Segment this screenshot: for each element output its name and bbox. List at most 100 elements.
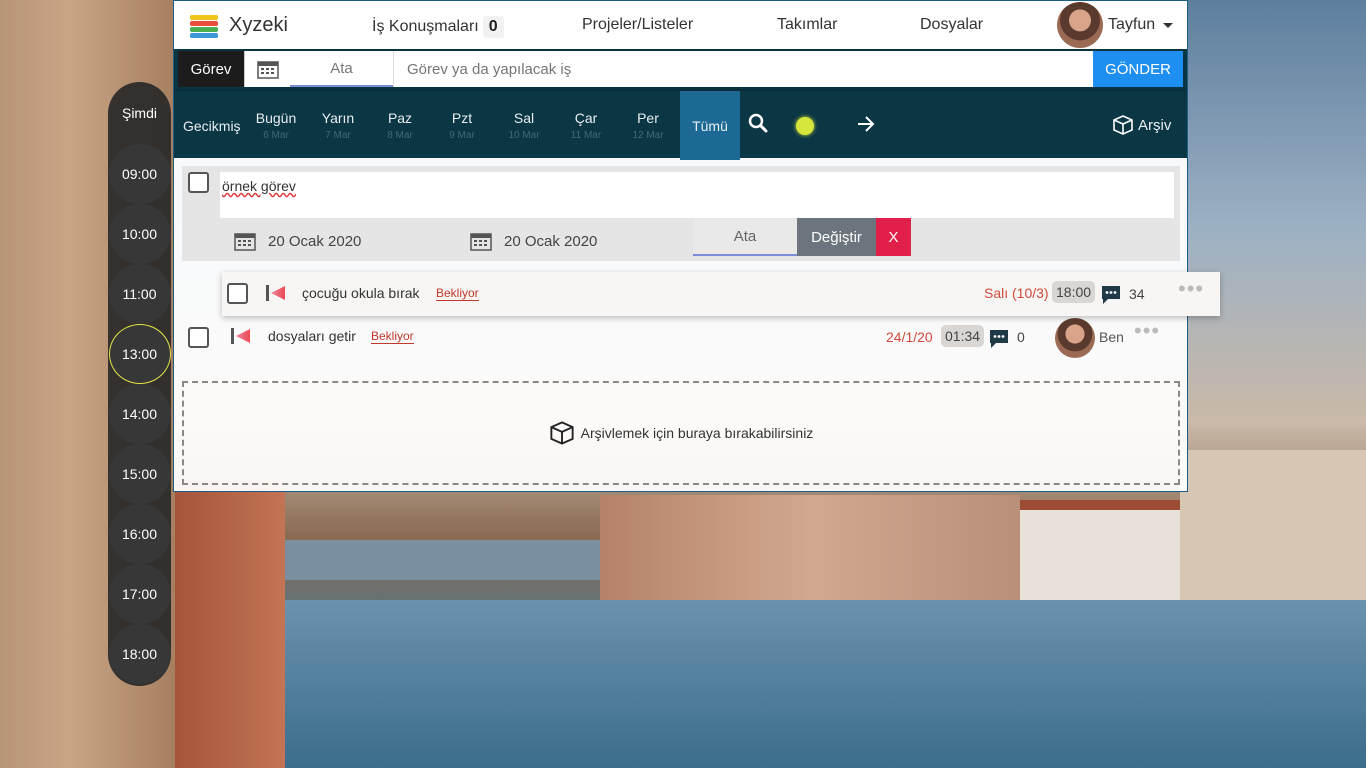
day-name: Per [637, 110, 659, 126]
day-date: 10 Mar [508, 130, 540, 141]
day-name: Tümü [692, 117, 728, 134]
timeline-hour[interactable]: 14:00 [108, 384, 171, 444]
comment-icon[interactable] [1100, 284, 1122, 311]
start-date-field[interactable]: 20 Ocak 2020 [234, 222, 361, 260]
day-filter-wed[interactable]: Çar 11 Mar [556, 91, 616, 160]
day-name: Çar [574, 110, 598, 126]
task-status[interactable]: Bekliyor [436, 286, 479, 301]
timeline-hour[interactable]: 09:00 [108, 144, 171, 204]
drop-zone-text: Arşivlemek için buraya bırakabilirsiniz [580, 425, 814, 441]
avatar [1057, 2, 1103, 48]
task-edit-field[interactable]: örnek görev [220, 172, 1174, 218]
user-menu[interactable]: Tayfun [1057, 2, 1174, 48]
main-panel: Xyzeki İş Konuşmaları 0 Projeler/Listeler… [173, 0, 1220, 495]
day-name: Sal [513, 110, 535, 126]
nav-conversations-label: İş Konuşmaları [372, 18, 479, 35]
task-row[interactable]: dosyaları getir Bekliyor 24/1/20 01:34 0… [174, 316, 1187, 358]
status-dot-icon[interactable] [796, 117, 814, 135]
day-filter-tomorrow[interactable]: Yarın 7 Mar [308, 91, 368, 160]
task-title[interactable]: dosyaları getir [268, 328, 356, 344]
day-name: Bugün [255, 110, 297, 126]
archive-drop-zone[interactable]: Arşivlemek için buraya bırakabilirsiniz [182, 381, 1180, 485]
send-button[interactable]: GÖNDER [1093, 51, 1183, 87]
task-input[interactable] [393, 51, 1093, 87]
assign-input[interactable]: Ata [290, 51, 393, 87]
nav-files[interactable]: Dosyalar [920, 16, 983, 34]
timeline-hour[interactable]: 16:00 [108, 504, 171, 564]
task-time: 01:34 [941, 325, 985, 347]
box-icon [550, 421, 574, 445]
timeline-hour-current[interactable]: 13:00 [108, 324, 171, 384]
more-options-icon[interactable]: ••• [1178, 276, 1204, 302]
task-title[interactable]: çocuğu okula bırak [302, 285, 420, 301]
day-filter-today[interactable]: Bugün 6 Mar [246, 91, 306, 160]
task-type-button[interactable]: Görev [178, 51, 244, 87]
comment-count: 0 [1017, 329, 1025, 345]
day-filter-bar: Gecikmiş Bugün 6 Mar Yarın 7 Mar Paz 8 Mar … [174, 89, 1187, 160]
day-filter-thu[interactable]: Per 12 Mar [618, 91, 678, 160]
day-name: Yarın [321, 110, 355, 126]
assign-input[interactable]: Ata [693, 218, 797, 256]
task-list: örnek görev 20 Ocak 2020 20 Ocak 2020 At… [174, 158, 1220, 495]
comment-count: 34 [1129, 286, 1145, 302]
day-filter-mon[interactable]: Pzt 9 Mar [432, 91, 492, 160]
more-options-icon[interactable]: ••• [1134, 318, 1160, 344]
change-button[interactable]: Değiştir [797, 218, 876, 256]
conversations-count-badge: 0 [482, 16, 504, 38]
brand-name[interactable]: Xyzeki [229, 14, 288, 37]
day-date: 8 Mar [387, 130, 413, 141]
arrow-right-icon[interactable] [856, 115, 876, 138]
task-row[interactable]: çocuğu okula bırak Bekliyor Salı (10/3) … [222, 272, 1220, 316]
timeline-hour[interactable]: 18:00 [108, 624, 171, 684]
archive-button[interactable]: Arşiv [1112, 114, 1171, 136]
task-checkbox[interactable] [188, 327, 209, 348]
logo-stripe [190, 27, 218, 32]
caret-down-icon [1163, 22, 1174, 28]
logo-stripe [190, 15, 218, 20]
timeline-hour[interactable]: 10:00 [108, 204, 171, 264]
priority-flag-icon[interactable] [266, 285, 286, 301]
logo-icon[interactable] [190, 15, 218, 39]
archive-label: Arşiv [1138, 116, 1172, 134]
day-date: 6 Mar [263, 130, 289, 141]
day-filter-sun[interactable]: Paz 8 Mar [370, 91, 430, 160]
timeline-hour[interactable]: 15:00 [108, 444, 171, 504]
nav-teams[interactable]: Takımlar [777, 16, 837, 34]
scenery-far-shore [250, 540, 610, 580]
user-name: Tayfun [1108, 16, 1156, 33]
day-filter-tue[interactable]: Sal 10 Mar [494, 91, 554, 160]
day-date: 11 Mar [570, 130, 602, 141]
task-entry-bar: Görev Ata GÖNDER [174, 49, 1187, 89]
day-date: 7 Mar [325, 130, 351, 141]
calendar-icon[interactable] [244, 51, 290, 87]
filter-overdue[interactable]: Gecikmiş [183, 118, 241, 134]
task-checkbox[interactable] [188, 172, 209, 193]
day-filter-all[interactable]: Tümü [680, 91, 740, 160]
box-icon [1113, 115, 1133, 135]
start-date: 20 Ocak 2020 [268, 232, 362, 250]
nav-conversations[interactable]: İş Konuşmaları 0 [372, 16, 504, 38]
task-edit-text: örnek görev [222, 178, 296, 194]
timeline-hour[interactable]: 11:00 [108, 264, 171, 324]
calendar-icon [470, 233, 492, 251]
assignee-avatar[interactable] [1055, 318, 1095, 358]
search-icon[interactable] [748, 113, 768, 138]
task-time: 18:00 [1052, 281, 1096, 303]
task-status[interactable]: Bekliyor [371, 329, 414, 344]
scenery-building-left2 [175, 480, 285, 768]
calendar-icon [234, 233, 256, 251]
cancel-button[interactable]: X [876, 218, 911, 256]
end-date-field[interactable]: 20 Ocak 2020 [470, 222, 597, 260]
nav-projects[interactable]: Projeler/Listeler [582, 16, 693, 34]
top-nav: Xyzeki İş Konuşmaları 0 Projeler/Listeler… [174, 1, 1187, 49]
task-checkbox[interactable] [227, 283, 248, 304]
logo-stripe [190, 33, 218, 38]
logo-stripe [190, 21, 218, 26]
comment-icon[interactable] [988, 328, 1010, 355]
task-edit-card: örnek görev 20 Ocak 2020 20 Ocak 2020 At… [182, 166, 1180, 261]
day-name: Paz [387, 110, 413, 126]
end-date: 20 Ocak 2020 [504, 232, 598, 250]
priority-flag-icon[interactable] [231, 328, 251, 344]
timeline-hour[interactable]: 17:00 [108, 564, 171, 624]
timeline-now[interactable]: Şimdi [109, 82, 171, 144]
